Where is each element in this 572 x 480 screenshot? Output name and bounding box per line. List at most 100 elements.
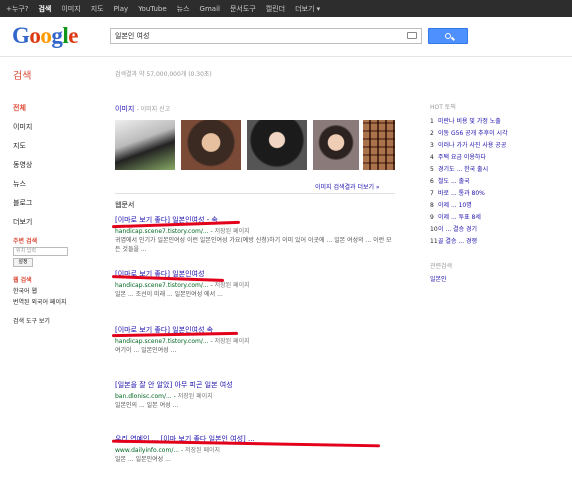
sidebar-item-all[interactable]: 전체: [13, 103, 98, 113]
image-thumbnails: [115, 120, 395, 170]
language-section-title: 웹 검색: [13, 277, 32, 284]
sidebar-item-news[interactable]: 뉴스: [13, 179, 98, 189]
image-thumbnail[interactable]: [115, 120, 175, 170]
lang-filter-korean[interactable]: 한국어 웹: [13, 286, 98, 295]
google-logo[interactable]: Google: [12, 23, 78, 49]
result-url-text: handicap.scene7.tistory.com/...: [115, 228, 209, 235]
cached-page-link[interactable]: 저장된 페이지: [178, 393, 213, 400]
hot-topic-label: 미란나 비용 및 가정 노출: [438, 118, 501, 125]
logo-letter: G: [12, 23, 30, 48]
result-url-text: ban.dlonisc.com/...: [115, 393, 172, 400]
location-set-button[interactable]: 설정: [13, 258, 33, 267]
topnav-item-search[interactable]: 검색: [38, 4, 51, 14]
hot-topic-link[interactable]: 11골 결승 ... 경쟁: [430, 236, 565, 245]
result-snippet: 일본 ... 조선이 미래 ... 일본인여성 에서 ...: [115, 291, 223, 298]
hot-topic-label: 철도 ... 출국: [438, 178, 470, 185]
keyboard-icon[interactable]: [407, 32, 417, 39]
topnav-item-gmail[interactable]: Gmail: [200, 5, 220, 13]
topnav-item-more[interactable]: 더보기 ▾: [295, 4, 320, 14]
sidebar-item-more[interactable]: 더보기: [13, 217, 98, 227]
cached-page-link[interactable]: 저장된 페이지: [215, 282, 250, 289]
result-snippet: 일본 ... 일본인여성 ...: [115, 456, 171, 463]
result-url: handicap.scene7.tistory.com/... - 저장된 페이…: [115, 228, 250, 235]
hot-topic-label: 이동 G56 공개 추후이 시각: [438, 130, 508, 137]
search-input[interactable]: 일본인 여성: [110, 28, 422, 44]
images-section-title[interactable]: 이미지: [115, 105, 134, 113]
hot-topic-label: 이제 ... 10명: [438, 202, 472, 209]
location-input[interactable]: 위치 입력: [13, 247, 68, 256]
search-tools-link[interactable]: 검색 도구 보기: [13, 316, 98, 325]
hot-topic-link[interactable]: 5 경기도 ... 한국 출시: [430, 164, 565, 173]
location-section-title: 주변 검색: [13, 238, 38, 245]
result-title-link[interactable]: [일본을 잘 안 알았] 아무 피곤 일본 여성: [115, 380, 395, 390]
search-result: [이마로 보기 좋다] 일본인여성 - 속 handicap.scene7.ti…: [115, 215, 395, 254]
hot-topic-link[interactable]: 6 철도 ... 출국: [430, 176, 565, 185]
lang-filter-translated[interactable]: 번역된 외국어 페이지: [13, 297, 98, 306]
cached-page-link[interactable]: 저장된 페이지: [215, 338, 250, 345]
cached-page-link[interactable]: 저장된 페이지: [215, 228, 250, 235]
right-panel: HOT 토픽 1 미란나 비용 및 가정 노출 2 이동 G56 공개 추후이 시각…: [430, 102, 565, 286]
hot-topic-label: 이러나 가가 사진 사용 공공: [438, 142, 507, 149]
result-snippet: 일본인의 ... 일본 여성 ...: [115, 402, 179, 409]
search-button[interactable]: [428, 28, 468, 44]
image-thumbnail[interactable]: [181, 120, 241, 170]
hot-topic-link[interactable]: 3 이러나 가가 사진 사용 공공: [430, 140, 565, 149]
logo-letter: o: [29, 23, 41, 48]
result-url-text: www.dailyinfo.com/...: [115, 447, 180, 454]
image-thumbnail[interactable]: [247, 120, 307, 170]
hot-topic-link[interactable]: 8 이제 ... 10명: [430, 200, 565, 209]
image-thumbnail[interactable]: [313, 120, 359, 170]
hot-topics-title: HOT 토픽: [430, 104, 456, 111]
image-thumbnail[interactable]: [363, 120, 395, 170]
hot-topic-label: 이 ... 결승 경기: [438, 226, 478, 233]
result-url-text: handicap.scene7.tistory.com/...: [115, 338, 209, 345]
result-stats: 검색결과 약 57,000,000개 (0.30초): [115, 71, 212, 78]
topnav-item-profile[interactable]: +누구?: [6, 4, 28, 14]
sidebar-item-images[interactable]: 이미지: [13, 122, 98, 132]
hot-topic-link[interactable]: 10이 ... 결승 경기: [430, 224, 565, 233]
topnav-item-play[interactable]: Play: [114, 5, 129, 13]
hot-topic-label: 주택 요금 이용하다: [438, 154, 486, 161]
section-divider: [115, 193, 395, 194]
result-snippet: 여기이 ... 일본인여성 ...: [115, 347, 177, 354]
sidebar-item-videos[interactable]: 동영상: [13, 160, 98, 170]
left-sidebar: 전체 이미지 지도 동영상 뉴스 블로그 더보기 주변 검색 위치 입력 설정 …: [13, 103, 98, 325]
search-result: [이마로 보기 좋다] 일본인여성 속 handicap.scene7.tist…: [115, 325, 395, 364]
search-result: [일본을 잘 안 알았] 아무 피곤 일본 여성 ban.dlonisc.com…: [115, 380, 395, 419]
search-query-text: 일본인 여성: [115, 32, 150, 40]
cached-page-link[interactable]: 저장된 페이지: [185, 447, 220, 454]
hot-topic-label: 이제 ... 투표 8세: [438, 214, 481, 221]
top-navigation-bar: +누구? 검색 이미지 지도 Play YouTube 뉴스 Gmail 문서도…: [0, 0, 572, 17]
hot-topic-link[interactable]: 4 주택 요금 이용하다: [430, 152, 565, 161]
logo-letter: o: [40, 23, 52, 48]
hot-topic-link[interactable]: 1 미란나 비용 및 가정 노출: [430, 116, 565, 125]
logo-letter: e: [68, 23, 78, 48]
hot-topic-link[interactable]: 9 이제 ... 투표 8세: [430, 212, 565, 221]
hot-topic-label: 골 결승 ... 경쟁: [438, 238, 478, 245]
images-section-header: 이미지 - 이미지 신고: [115, 104, 395, 114]
hot-topic-link[interactable]: 7 바로 ... 통과 80%: [430, 188, 565, 197]
topnav-item-docs[interactable]: 문서도구: [230, 4, 256, 14]
main-results: 이미지 - 이미지 신고 이미지 검색결과 더보기 » 웹문서 [이마로 보기 …: [111, 104, 395, 463]
hot-topic-link[interactable]: 2 이동 G56 공개 추후이 시각: [430, 128, 565, 137]
result-snippet: 귀엽에서 인기가 일본인여성 이런 일본인여성 가요(예방 신청)하기 이미 있…: [115, 237, 392, 253]
sidebar-item-blogs[interactable]: 블로그: [13, 198, 98, 208]
topnav-item-youtube[interactable]: YouTube: [138, 5, 166, 13]
search-section-label: 검색: [13, 71, 32, 82]
related-searches-title: 관련검색: [430, 263, 453, 270]
related-search-link[interactable]: 일본인: [430, 274, 565, 283]
result-url: ban.dlonisc.com/... - 저장된 페이지: [115, 393, 213, 400]
images-report-link[interactable]: - 이미지 신고: [137, 106, 171, 113]
result-url-text: handicap.scene7.tistory.com/...: [115, 282, 209, 289]
search-icon: [445, 33, 451, 39]
result-url: handicap.scene7.tistory.com/... - 저장된 페이…: [115, 338, 250, 345]
hot-topic-label: 바로 ... 통과 80%: [438, 190, 485, 197]
topnav-item-images[interactable]: 이미지: [61, 4, 80, 14]
topnav-item-news[interactable]: 뉴스: [177, 4, 190, 14]
more-images-link[interactable]: 이미지 검색결과 더보기 »: [315, 182, 380, 191]
topnav-item-calendar[interactable]: 캘린더: [266, 4, 285, 14]
sidebar-item-maps[interactable]: 지도: [13, 141, 98, 151]
result-url: handicap.scene7.tistory.com/... - 저장된 페이…: [115, 282, 250, 289]
hot-topic-label: 경기도 ... 한국 출시: [438, 166, 489, 173]
topnav-item-maps[interactable]: 지도: [91, 4, 104, 14]
